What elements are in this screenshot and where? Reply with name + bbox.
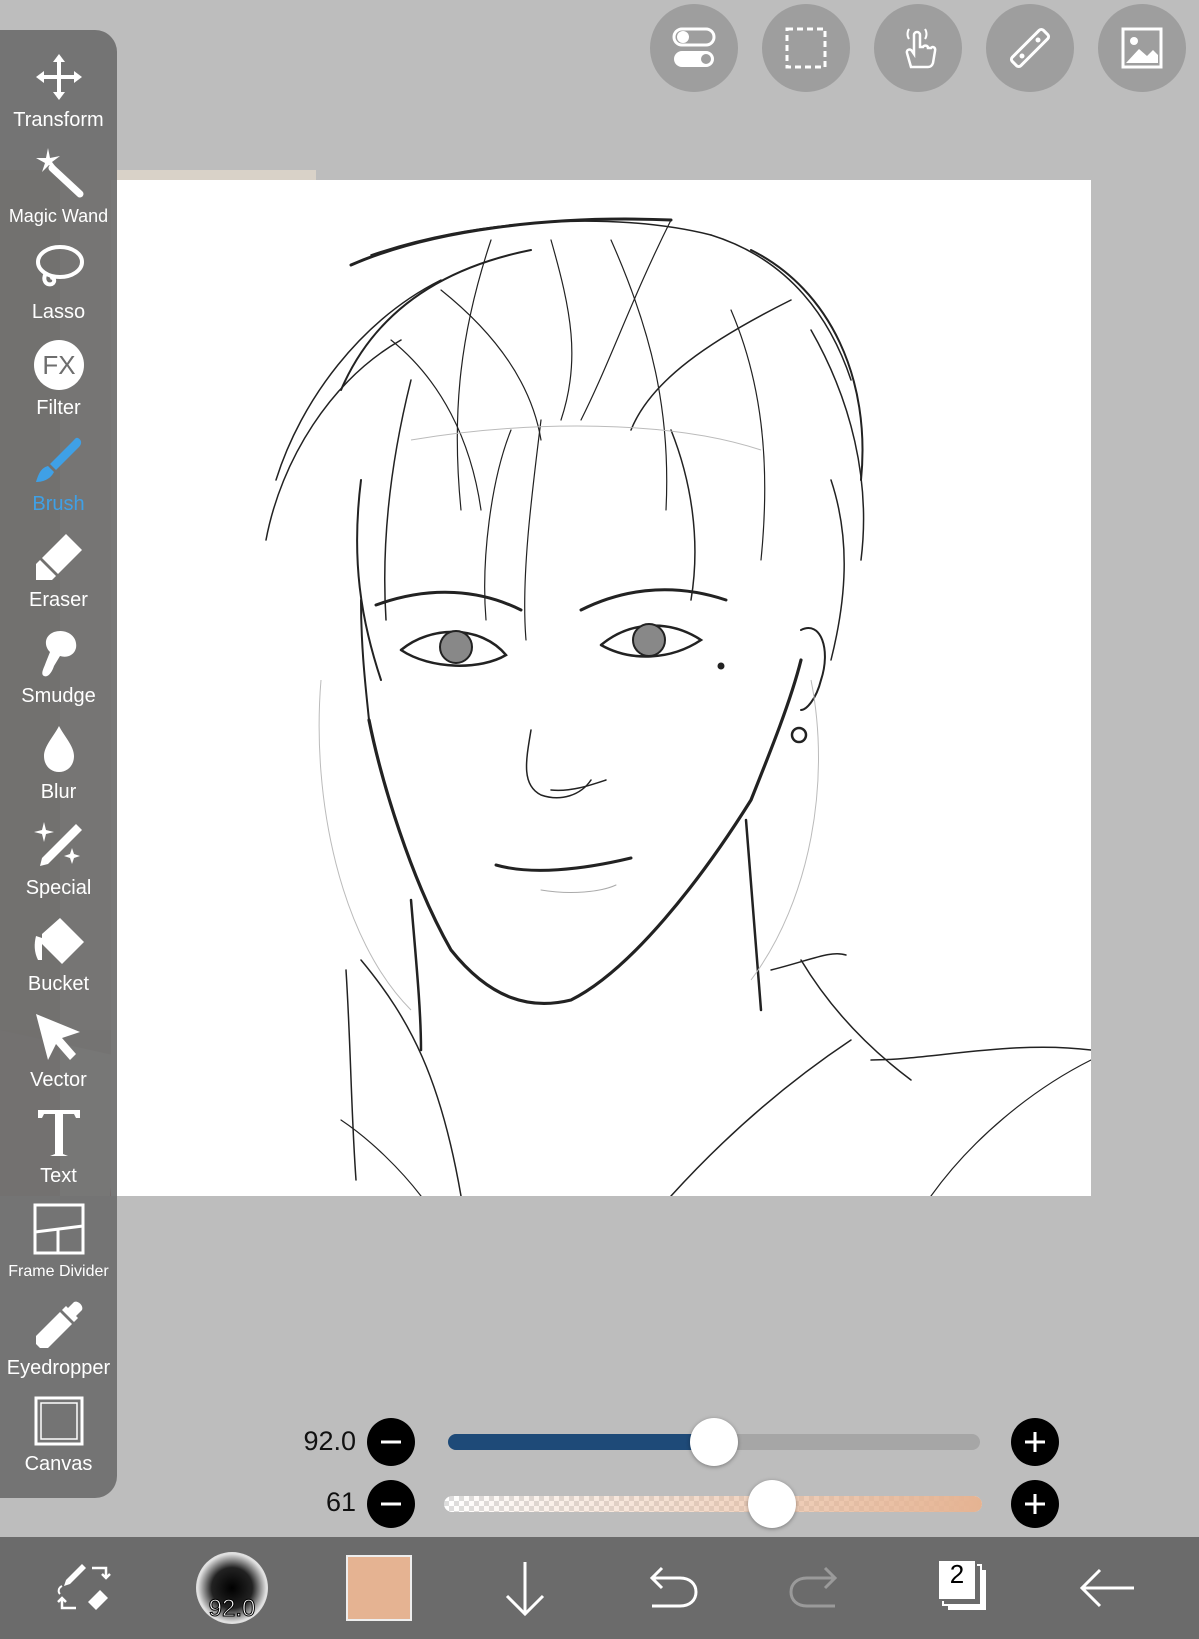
tool-bucket[interactable]: Bucket — [0, 912, 117, 1006]
layers-button[interactable]: 2 — [930, 1537, 994, 1639]
arrow-down-icon — [505, 1562, 545, 1617]
tool-smudge[interactable]: Smudge — [0, 624, 117, 718]
size-slider-handle[interactable] — [690, 1418, 738, 1466]
tool-label: Blur — [40, 781, 77, 803]
reference-image-icon — [1121, 27, 1163, 69]
toggle-icon — [672, 27, 716, 67]
touch-icon — [905, 28, 937, 69]
minus-icon — [381, 1440, 401, 1444]
opacity-slider-track[interactable] — [444, 1496, 982, 1512]
smudge-icon — [41, 630, 76, 677]
blur-icon — [43, 726, 74, 772]
eyedropper-icon — [35, 1301, 82, 1348]
opacity-value: 61 — [325, 1487, 356, 1517]
color-swatch — [346, 1555, 412, 1621]
back-button[interactable] — [1076, 1537, 1140, 1639]
move-down-button[interactable] — [493, 1537, 557, 1639]
layer-count: 2 — [949, 1559, 965, 1589]
tool-label: Smudge — [21, 685, 96, 707]
brush-eraser-swap-icon — [57, 1564, 111, 1610]
redo-icon — [789, 1566, 838, 1608]
undo-button[interactable] — [638, 1537, 702, 1639]
opacity-increase-button[interactable] — [1011, 1480, 1059, 1528]
color-swatch-button[interactable] — [346, 1537, 412, 1639]
minus-icon — [381, 1502, 401, 1506]
tool-label: Brush — [32, 493, 85, 515]
text-icon — [37, 1110, 80, 1156]
tool-label: Text — [40, 1165, 77, 1187]
brush-size-preview-button[interactable]: 92.0 — [195, 1537, 269, 1639]
drawing-canvas[interactable] — [111, 180, 1091, 1196]
tool-transform[interactable]: Transform — [0, 48, 117, 142]
tool-vector[interactable]: Vector — [0, 1008, 117, 1102]
tool-sidebar: Transform Magic Wand Lasso FX Filter Bru… — [0, 30, 117, 1498]
special-icon — [33, 822, 82, 866]
quick-menu-button[interactable] — [52, 1537, 116, 1639]
tool-text[interactable]: Text — [0, 1104, 117, 1198]
toggle-button[interactable] — [650, 4, 738, 92]
redo-button[interactable] — [785, 1537, 849, 1639]
tool-special[interactable]: Special — [0, 816, 117, 910]
brush-size-label: 92.0 — [208, 1595, 256, 1623]
tool-lasso[interactable]: Lasso — [0, 240, 117, 334]
tool-label: Magic Wand — [8, 206, 109, 226]
fx-icon: FX — [33, 340, 84, 390]
tool-canvas[interactable]: Canvas — [0, 1392, 117, 1486]
tool-label: Bucket — [27, 973, 90, 995]
tool-frame-divider[interactable]: Frame Divider — [0, 1200, 117, 1294]
arrow-left-icon — [1079, 1568, 1134, 1608]
size-increase-button[interactable] — [1011, 1418, 1059, 1466]
transform-icon — [35, 54, 82, 100]
undo-icon — [649, 1566, 698, 1608]
opacity-decrease-button[interactable] — [367, 1480, 415, 1528]
tool-label: Special — [25, 877, 92, 899]
tool-eyedropper[interactable]: Eyedropper — [0, 1296, 117, 1390]
tool-label: Filter — [36, 397, 81, 419]
tool-brush[interactable]: Brush — [0, 432, 117, 526]
tool-filter[interactable]: FX Filter — [0, 336, 117, 430]
touch-button[interactable] — [874, 4, 962, 92]
opacity-gradient — [444, 1496, 982, 1512]
brush-size-value: 92.0 — [303, 1426, 356, 1456]
plus-icon — [1025, 1432, 1045, 1452]
tool-label: Vector — [30, 1069, 87, 1091]
magic-wand-icon — [35, 148, 83, 198]
selection-icon — [785, 27, 827, 69]
brush-icon — [35, 437, 81, 482]
lasso-icon — [35, 245, 84, 287]
bottom-toolbar: 92.0 2 — [0, 1537, 1199, 1639]
ruler-icon — [1009, 27, 1051, 69]
size-decrease-button[interactable] — [367, 1418, 415, 1466]
frame-divider-icon — [33, 1203, 84, 1255]
tool-blur[interactable]: Blur — [0, 720, 117, 814]
vector-icon — [35, 1014, 80, 1060]
eraser-icon — [35, 534, 82, 580]
tool-label: Canvas — [24, 1453, 93, 1475]
plus-icon — [1025, 1494, 1045, 1514]
selection-button[interactable] — [762, 4, 850, 92]
sketch-drawing — [265, 217, 1091, 1196]
tool-label: Transform — [13, 109, 104, 131]
bucket-icon — [34, 918, 84, 964]
ruler-button[interactable] — [986, 4, 1074, 92]
size-slider-fill — [448, 1434, 714, 1450]
canvas-icon — [34, 1396, 83, 1446]
tool-label: Eyedropper — [6, 1357, 111, 1379]
tool-label: Eraser — [29, 589, 88, 611]
tool-magic-wand[interactable]: Magic Wand — [0, 144, 117, 238]
tool-label: Lasso — [31, 301, 86, 323]
tool-label: Frame Divider — [8, 1263, 109, 1280]
svg-text:FX: FX — [42, 350, 75, 380]
reference-image-button[interactable] — [1098, 4, 1186, 92]
opacity-slider-handle[interactable] — [748, 1480, 797, 1528]
tool-eraser[interactable]: Eraser — [0, 528, 117, 622]
